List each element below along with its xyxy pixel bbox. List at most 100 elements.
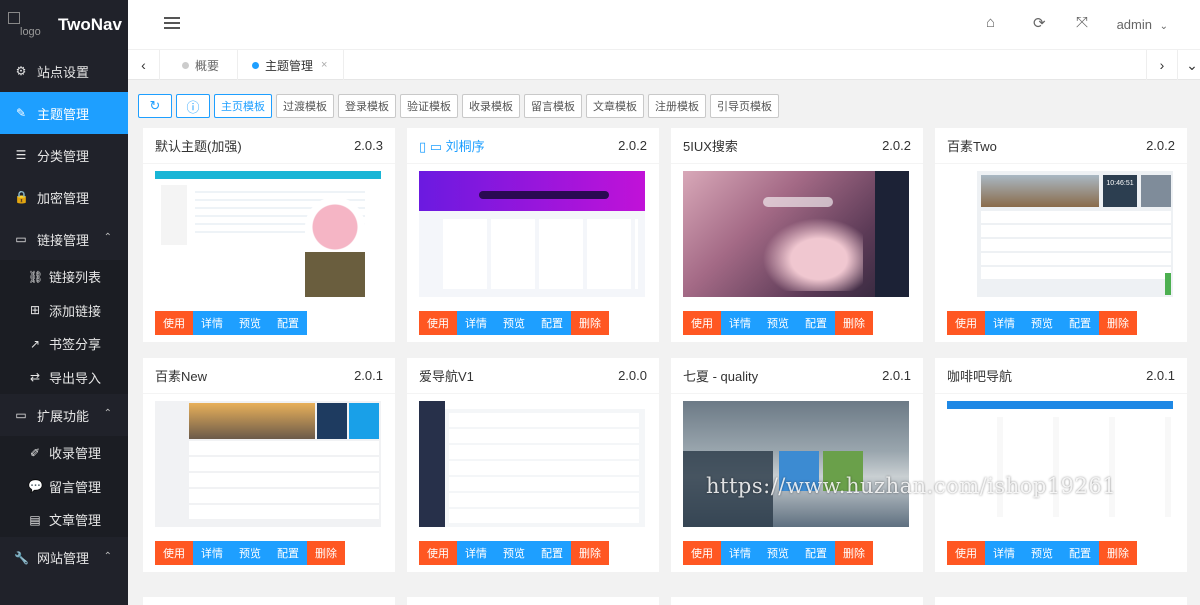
sidebar-nav: ⚙ 站点设置 ✎ 主题管理 ☰ 分类管理 🔒 加密管理 ▭ 链接管理 ⌃ ⛓ 链接列表 ⊞ 添加链接 ↗ 书签分… (0, 50, 128, 579)
use-button[interactable]: 使用 (947, 311, 985, 335)
details-button[interactable]: 详情 (985, 311, 1023, 335)
theme-title[interactable]: ▯ ▭ 刘桐序 (419, 136, 485, 155)
theme-actions: 使用 详情 预览 配置 删除 (407, 304, 659, 342)
details-button[interactable]: 详情 (457, 311, 495, 335)
use-button[interactable]: 使用 (155, 311, 193, 335)
preview-button[interactable]: 预览 (231, 311, 269, 335)
template-type-button[interactable]: 留言模板 (524, 94, 582, 118)
template-type-button[interactable]: 验证模板 (400, 94, 458, 118)
template-type-button[interactable]: 引导页模板 (710, 94, 779, 118)
preview-button[interactable]: 预览 (495, 541, 533, 565)
sidebar-subitem[interactable]: ⊞ 添加链接 (0, 293, 128, 327)
preview-button[interactable]: 预览 (1023, 541, 1061, 565)
sidebar-item[interactable]: ✎ 主题管理 (0, 92, 128, 134)
tab-menu-chevron-icon[interactable]: ⌄ (1176, 50, 1200, 80)
sidebar-subitem[interactable]: 💬 留言管理 (0, 469, 128, 503)
theme-card-body (671, 394, 923, 534)
fullscreen-icon[interactable]: ⤧ (1076, 14, 1088, 31)
template-type-button[interactable]: 主页模板 (214, 94, 272, 118)
use-button[interactable]: 使用 (947, 541, 985, 565)
tab-scroll-right-icon[interactable]: › (1146, 50, 1178, 80)
menu-toggle-icon[interactable] (164, 17, 180, 32)
logo-area[interactable]: logo TwoNav (0, 0, 128, 50)
theme-preview-image (947, 401, 1173, 527)
home-icon[interactable]: ⌂ (986, 14, 995, 31)
sidebar-subitem[interactable]: ↗ 书签分享 (0, 327, 128, 361)
use-button[interactable]: 使用 (419, 311, 457, 335)
theme-title: 5IUX搜索 (683, 136, 738, 155)
config-button[interactable]: 配置 (269, 541, 307, 565)
sidebar-subitem[interactable]: ⇄ 导出导入 (0, 360, 128, 394)
template-type-button[interactable]: 文章模板 (586, 94, 644, 118)
sidebar-subitem[interactable]: ⛓ 链接列表 (0, 260, 128, 294)
theme-card-header: 默认主题(加强) 2.0.3 (143, 128, 395, 164)
sidebar-item[interactable]: 🔒 加密管理 (0, 176, 128, 218)
template-type-button[interactable]: 注册模板 (648, 94, 706, 118)
theme-actions: 使用 详情 预览 配置 删除 (407, 534, 659, 572)
preview-button[interactable]: 预览 (495, 311, 533, 335)
details-button[interactable]: 详情 (457, 541, 495, 565)
config-button[interactable]: 配置 (269, 311, 307, 335)
theme-title-text: 爱导航V1 (419, 369, 474, 384)
delete-button[interactable]: 删除 (1099, 541, 1137, 565)
theme-preview-image (419, 171, 645, 297)
theme-card-partial (671, 597, 923, 605)
page-scrollbar[interactable] (1190, 80, 1200, 605)
sidebar-subitem[interactable]: ▤ 文章管理 (0, 503, 128, 537)
preview-button[interactable]: 预览 (1023, 311, 1061, 335)
theme-title: 百素New (155, 366, 207, 385)
template-type-button[interactable]: 过渡模板 (276, 94, 334, 118)
delete-button[interactable]: 删除 (835, 541, 873, 565)
theme-card-header: 5IUX搜索 2.0.2 (671, 128, 923, 164)
sidebar-item[interactable]: ☰ 分类管理 (0, 134, 128, 176)
sidebar-item[interactable]: ▭ 链接管理 ⌃ (0, 218, 128, 260)
sidebar-subitem-label: 导出导入 (49, 370, 102, 386)
theme-card: 5IUX搜索 2.0.2 使用 详情 预览 配置 删除 (671, 128, 923, 342)
details-button[interactable]: 详情 (985, 541, 1023, 565)
sidebar-item[interactable]: ▭ 扩展功能 ⌃ (0, 394, 128, 436)
config-button[interactable]: 配置 (1061, 311, 1099, 335)
delete-button[interactable]: 删除 (571, 311, 609, 335)
sidebar-subitem[interactable]: ✐ 收录管理 (0, 436, 128, 470)
theme-title: 默认主题(加强) (155, 136, 242, 155)
delete-button[interactable]: 删除 (307, 541, 345, 565)
use-button[interactable]: 使用 (155, 541, 193, 565)
preview-button[interactable]: 预览 (231, 541, 269, 565)
config-button[interactable]: 配置 (797, 311, 835, 335)
delete-button[interactable]: 删除 (835, 311, 873, 335)
user-menu[interactable]: admin ⌄ (1117, 17, 1168, 32)
tab-overview[interactable]: 概要 (168, 50, 238, 80)
details-button[interactable]: 详情 (193, 541, 231, 565)
details-button[interactable]: 详情 (721, 541, 759, 565)
use-button[interactable]: 使用 (419, 541, 457, 565)
template-type-button[interactable]: 收录模板 (462, 94, 520, 118)
details-button[interactable]: 详情 (721, 311, 759, 335)
refresh-button[interactable]: ↻ (138, 94, 172, 118)
delete-button[interactable]: 删除 (571, 541, 609, 565)
tab-label: 概要 (195, 58, 220, 73)
tab-bar: ‹ 概要 主题管理 × › ⌄ (128, 50, 1200, 80)
use-button[interactable]: 使用 (683, 541, 721, 565)
device-icon: ▯ ▭ (419, 139, 446, 154)
sidebar-item[interactable]: ⚙ 站点设置 (0, 50, 128, 92)
preview-button[interactable]: 预览 (759, 541, 797, 565)
close-icon[interactable]: × (321, 59, 327, 71)
template-type-buttons: 主页模板 过渡模板 登录模板 验证模板 收录模板 留言模板 文章模板 注册模板 引导页模板 (214, 94, 783, 118)
config-button[interactable]: 配置 (1061, 541, 1099, 565)
refresh-icon[interactable]: ⟳ (1033, 14, 1046, 32)
template-type-button[interactable]: 登录模板 (338, 94, 396, 118)
config-button[interactable]: 配置 (533, 541, 571, 565)
delete-button[interactable]: 删除 (1099, 311, 1137, 335)
details-button[interactable]: 详情 (193, 311, 231, 335)
tab-scroll-left-icon[interactable]: ‹ (128, 50, 160, 80)
preview-button[interactable]: 预览 (759, 311, 797, 335)
use-button[interactable]: 使用 (683, 311, 721, 335)
theme-version: 2.0.2 (618, 138, 647, 153)
sidebar-item[interactable]: 🔧 网站管理 ⌃ (0, 537, 128, 579)
info-button[interactable]: ⓘ (176, 94, 210, 118)
config-button[interactable]: 配置 (797, 541, 835, 565)
theme-card: 百素New 2.0.1 使用 详情 预览 配置 删除 (143, 358, 395, 572)
config-button[interactable]: 配置 (533, 311, 571, 335)
tab-theme-management[interactable]: 主题管理 × (238, 50, 344, 80)
theme-preview-image (155, 401, 381, 527)
